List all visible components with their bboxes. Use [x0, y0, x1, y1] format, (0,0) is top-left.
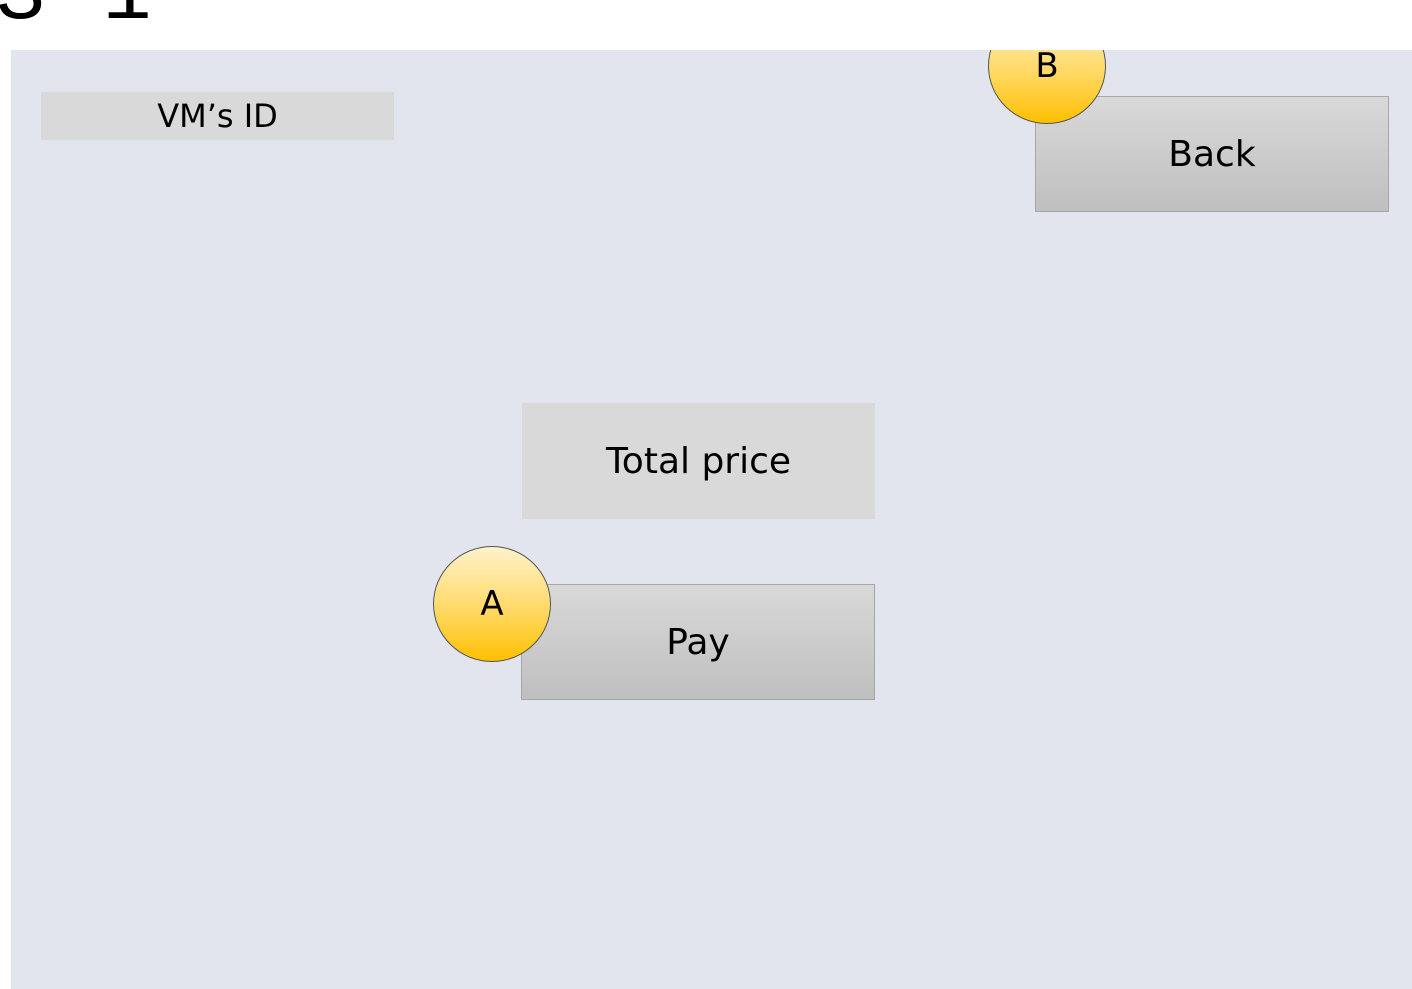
vm-id-label: VM’s ID — [41, 92, 394, 140]
pay-button[interactable]: Pay — [521, 584, 875, 700]
page: S-1 VM’s ID Back B Total price Pay A — [0, 0, 1412, 989]
annotation-marker-a: A — [433, 546, 551, 662]
total-price-display: Total price — [522, 403, 875, 519]
back-button[interactable]: Back — [1035, 96, 1389, 212]
page-heading: S-1 — [0, 0, 156, 38]
vm-payment-screen: VM’s ID Back B Total price Pay A — [11, 50, 1412, 989]
